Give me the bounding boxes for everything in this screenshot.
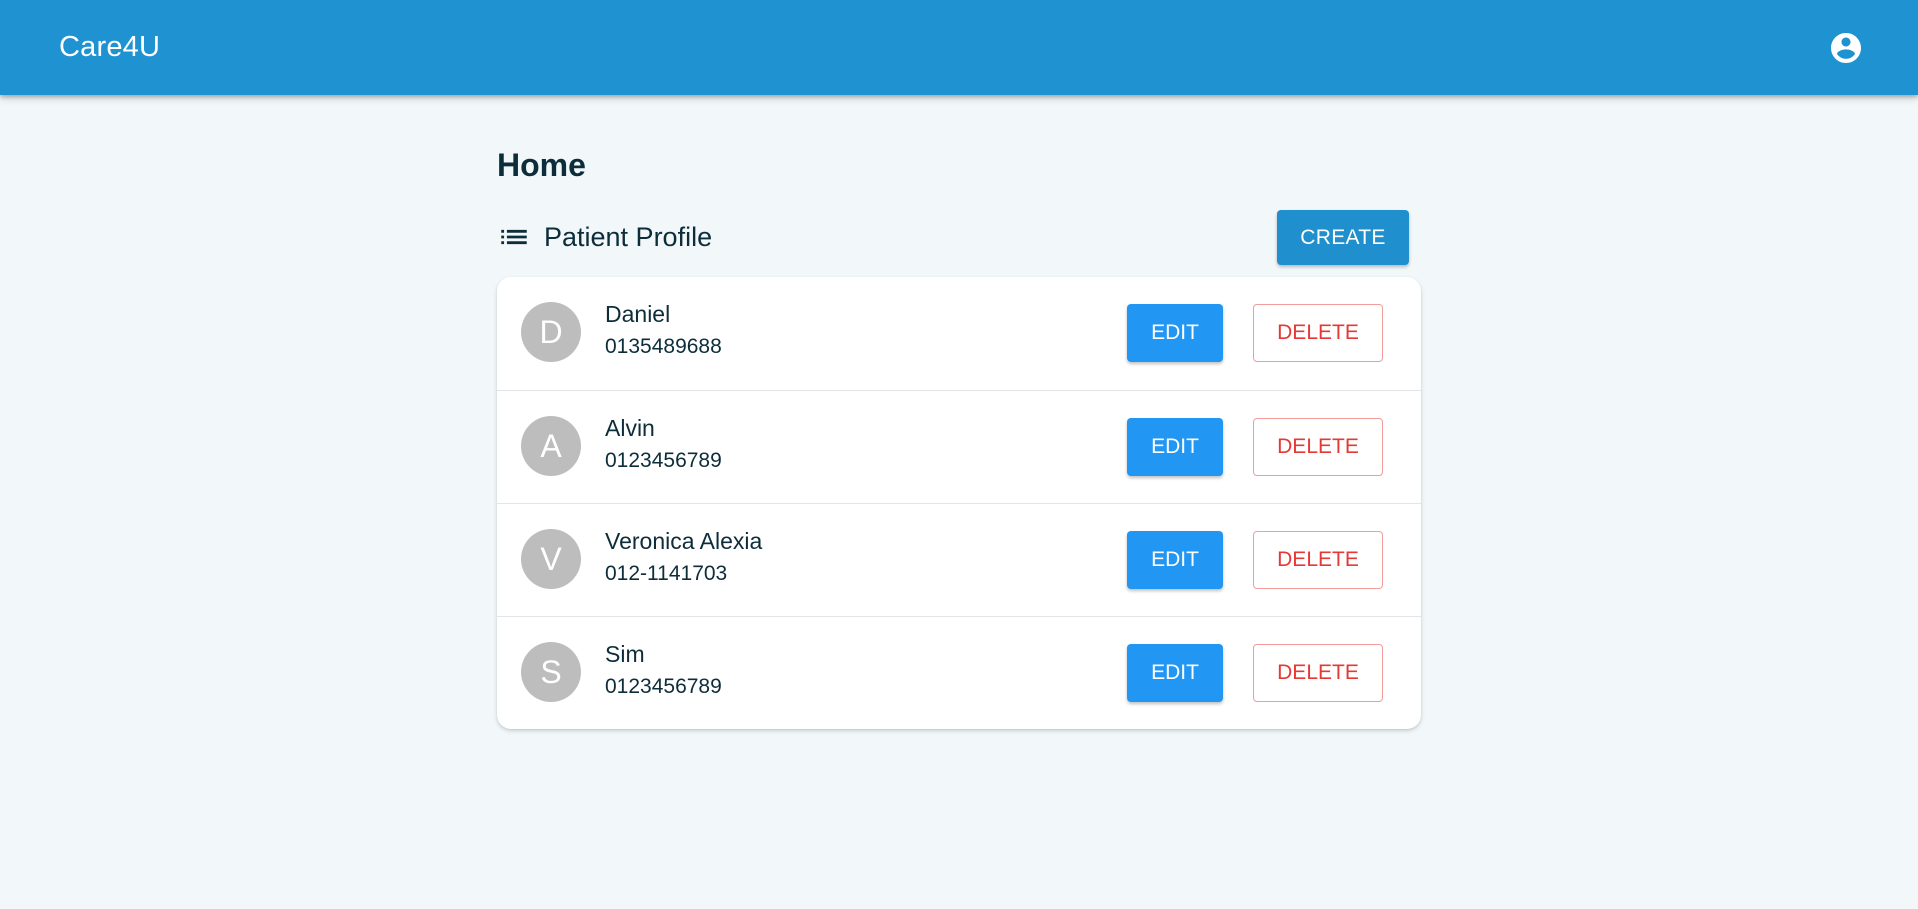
patient-name: Veronica Alexia — [605, 528, 763, 554]
list-item: V Veronica Alexia 012-1141703 EDIT DELET… — [497, 503, 1421, 617]
list-icon — [501, 229, 527, 245]
delete-button[interactable]: DELETE — [1253, 304, 1383, 362]
section-header: Patient Profile — [497, 217, 712, 257]
account-circle-icon — [1831, 33, 1861, 63]
create-button[interactable]: CREATE — [1277, 210, 1409, 265]
brand-title[interactable]: Care4U — [59, 30, 160, 64]
patient-phone: 0135489688 — [605, 335, 722, 358]
patient-phone: 0123456789 — [605, 449, 722, 472]
patient-phone: 0123456789 — [605, 675, 722, 698]
patient-list: D Daniel 0135489688 EDIT DELETE A Alvin … — [497, 277, 1421, 729]
patient-name: Daniel — [605, 301, 671, 327]
avatar: A — [521, 416, 581, 476]
section-title: Patient Profile — [544, 222, 713, 252]
patient-name: Alvin — [605, 415, 655, 441]
avatar: S — [521, 642, 581, 702]
account-button[interactable] — [1828, 30, 1864, 66]
edit-button[interactable]: EDIT — [1127, 531, 1223, 589]
delete-button[interactable]: DELETE — [1253, 531, 1383, 589]
list-item: S Sim 0123456789 EDIT DELETE — [497, 616, 1421, 729]
avatar: D — [521, 302, 581, 362]
app-bar: Care4U — [0, 0, 1918, 95]
page-title: Home — [497, 147, 586, 183]
patient-name: Sim — [605, 641, 645, 667]
list-item: A Alvin 0123456789 EDIT DELETE — [497, 390, 1421, 504]
edit-button[interactable]: EDIT — [1127, 304, 1223, 362]
patient-phone: 012-1141703 — [605, 562, 728, 585]
avatar: V — [521, 529, 581, 589]
delete-button[interactable]: DELETE — [1253, 644, 1383, 702]
delete-button[interactable]: DELETE — [1253, 418, 1383, 476]
edit-button[interactable]: EDIT — [1127, 418, 1223, 476]
edit-button[interactable]: EDIT — [1127, 644, 1223, 702]
list-item: D Daniel 0135489688 EDIT DELETE — [497, 277, 1421, 390]
